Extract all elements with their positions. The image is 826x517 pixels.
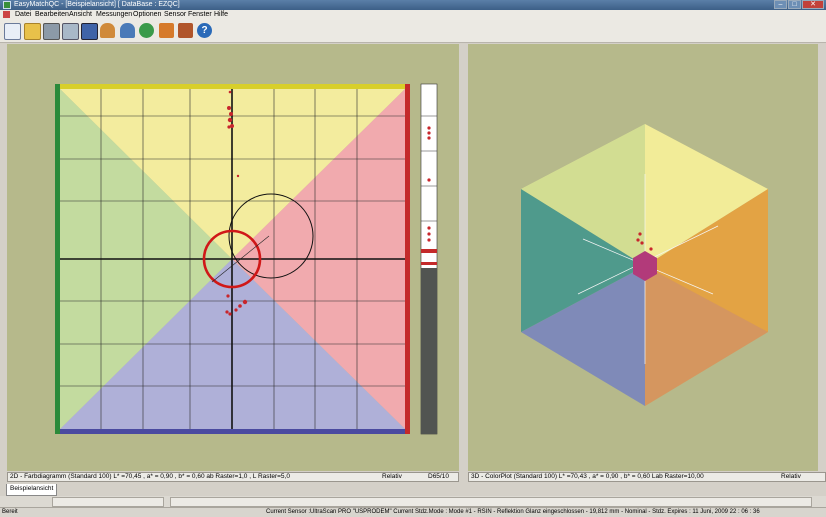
menu-fenster[interactable]: Fenster bbox=[188, 11, 212, 18]
book-icon[interactable] bbox=[178, 23, 193, 38]
yellow-border bbox=[57, 84, 408, 89]
status-sensor-info: Current Sensor :UltraScan PRO "USPRODEM"… bbox=[266, 509, 760, 515]
right-pane-info: 3D - ColorPlot (Standard 100) L* =70,43 … bbox=[471, 473, 704, 480]
left-pane-info-bar: 2D - Farbdiagramm (Standard 100) L* =70,… bbox=[7, 472, 459, 482]
left-edge-scrollbar[interactable] bbox=[0, 44, 7, 471]
menu-ansicht[interactable]: Ansicht bbox=[69, 11, 92, 18]
left-pane-info: 2D - Farbdiagramm (Standard 100) L* =70,… bbox=[10, 473, 290, 480]
save-icon[interactable] bbox=[81, 23, 98, 40]
measure-icon[interactable] bbox=[139, 23, 154, 38]
lightness-bar-dark bbox=[421, 268, 437, 434]
minimize-button[interactable]: – bbox=[774, 0, 787, 9]
document-tab-strip: Beispielansicht bbox=[0, 483, 826, 496]
status-ready: Bereit bbox=[2, 509, 18, 515]
menu-bar: Datei Bearbeiten Ansicht Messungen Optio… bbox=[0, 10, 826, 20]
right-pane-mode: Relativ bbox=[781, 473, 801, 480]
window-title: EasyMatchQC - [Beispielansicht] [ DataBa… bbox=[14, 1, 180, 8]
new-document-icon[interactable] bbox=[4, 23, 21, 40]
scrollbar-segment[interactable] bbox=[170, 497, 812, 507]
user-icon[interactable] bbox=[100, 23, 115, 38]
color-diagram-2d[interactable] bbox=[7, 44, 459, 471]
users-icon[interactable] bbox=[120, 23, 135, 38]
tab-beispielansicht[interactable]: Beispielansicht bbox=[6, 484, 58, 496]
color-plot-3d-pane bbox=[468, 44, 818, 471]
help-icon[interactable]: ? bbox=[197, 23, 212, 38]
left-pane-illuminant: D65/10 bbox=[428, 473, 449, 480]
lightness-current-marker bbox=[421, 262, 437, 265]
blue-border bbox=[57, 429, 408, 434]
title-bar: EasyMatchQC - [Beispielansicht] [ DataBa… bbox=[0, 0, 826, 10]
print-icon[interactable] bbox=[43, 23, 60, 40]
green-border bbox=[55, 84, 60, 434]
right-edge-scrollbar[interactable] bbox=[818, 44, 826, 471]
print-preview-icon[interactable] bbox=[62, 23, 79, 40]
close-button[interactable]: ✕ bbox=[802, 0, 824, 9]
toolbar: ? bbox=[0, 20, 826, 43]
right-pane-info-bar: 3D - ColorPlot (Standard 100) L* =70,43 … bbox=[468, 472, 826, 482]
color-plot-3d[interactable] bbox=[468, 44, 818, 471]
menu-datei[interactable]: Datei bbox=[15, 11, 31, 18]
red-border bbox=[405, 84, 410, 434]
menu-messungen[interactable]: Messungen bbox=[96, 11, 132, 18]
menu-bearbeiten[interactable]: Bearbeiten bbox=[35, 11, 69, 18]
document-menu-icon[interactable] bbox=[3, 11, 10, 18]
menu-sensor[interactable]: Sensor bbox=[164, 11, 186, 18]
app-icon bbox=[3, 1, 11, 9]
open-folder-icon[interactable] bbox=[24, 23, 41, 40]
menu-hilfe[interactable]: Hilfe bbox=[214, 11, 228, 18]
lightness-reference-marker bbox=[421, 249, 437, 253]
color-diagram-2d-pane bbox=[7, 44, 459, 471]
menu-optionen[interactable]: Optionen bbox=[133, 11, 161, 18]
maximize-button[interactable]: □ bbox=[788, 0, 801, 9]
sensor-icon[interactable] bbox=[159, 23, 174, 38]
pane-splitter[interactable] bbox=[459, 44, 468, 471]
horizontal-scrollbar[interactable] bbox=[0, 496, 826, 507]
left-pane-mode: Relativ bbox=[382, 473, 402, 480]
scrollbar-segment[interactable] bbox=[52, 497, 164, 507]
